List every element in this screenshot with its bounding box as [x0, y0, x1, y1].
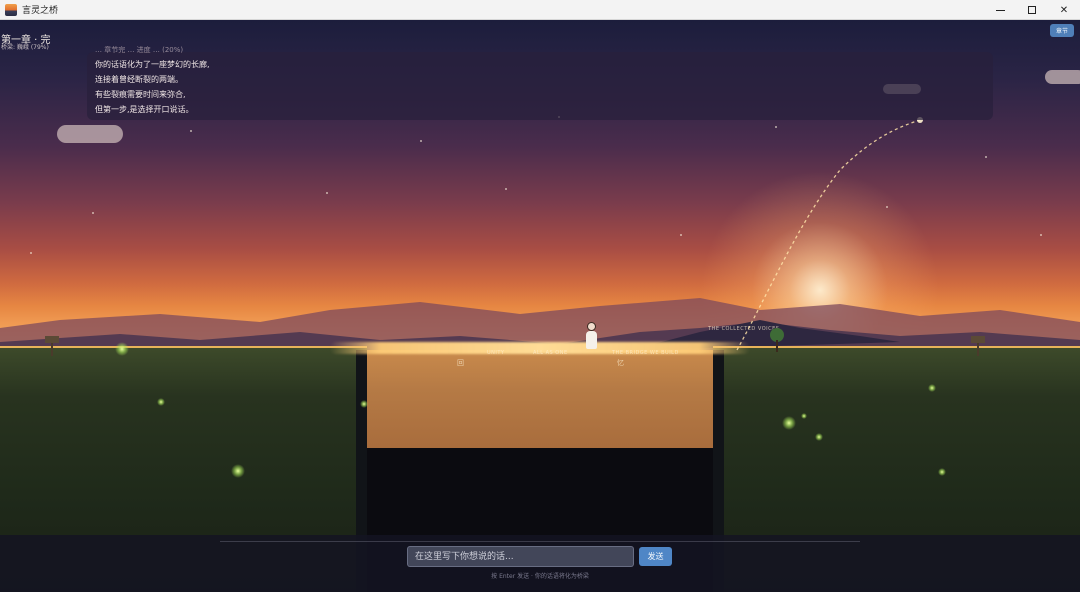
firefly	[815, 433, 823, 441]
firefly	[928, 384, 936, 392]
story-line: 有些裂痕需要时间来弥合,	[95, 90, 186, 99]
bridge-progress: 桥梁: 巍峨 (79%)	[1, 44, 49, 51]
signpost	[45, 336, 59, 356]
player-character	[584, 322, 598, 352]
send-button[interactable]: 发送	[639, 547, 672, 566]
window-controls: ✕	[984, 0, 1080, 20]
close-icon[interactable]: ✕	[1048, 0, 1080, 20]
window-titlebar: 言灵之桥 ✕	[0, 0, 1080, 20]
tree	[770, 328, 784, 352]
maximize-icon[interactable]	[1016, 0, 1048, 20]
firefly	[231, 464, 245, 478]
story-panel: … 章节完 … 进度 … (20%) 你的话语化为了一座梦幻的长廊, 连接着曾经…	[87, 46, 993, 120]
minimize-icon[interactable]	[984, 0, 1016, 20]
chapter-button[interactable]: 章节	[1049, 24, 1074, 37]
input-bar-divider	[220, 541, 860, 542]
input-hint: 按 Enter 发送 · 你的话语将化为桥梁	[491, 573, 589, 580]
window-title: 言灵之桥	[22, 6, 59, 16]
signpost	[971, 336, 985, 356]
firefly	[938, 468, 946, 476]
firefly	[801, 413, 807, 419]
story-line-clipped: … 章节完 … 进度 … (20%)	[95, 46, 184, 54]
story-line: 连接着曾经断裂的两端。	[95, 75, 183, 84]
firefly	[360, 400, 368, 408]
firefly	[782, 416, 796, 430]
story-line: 你的话语化为了一座梦幻的长廊,	[95, 60, 210, 69]
message-input[interactable]	[407, 546, 634, 567]
story-line: 但第一步,是选择开口说话。	[95, 105, 194, 114]
game-scene: UNITY ALL AS ONE THE BRIDGE WE BUILD THE…	[0, 20, 1080, 592]
firefly	[157, 398, 165, 406]
app-icon	[5, 3, 17, 16]
firefly	[115, 342, 129, 356]
